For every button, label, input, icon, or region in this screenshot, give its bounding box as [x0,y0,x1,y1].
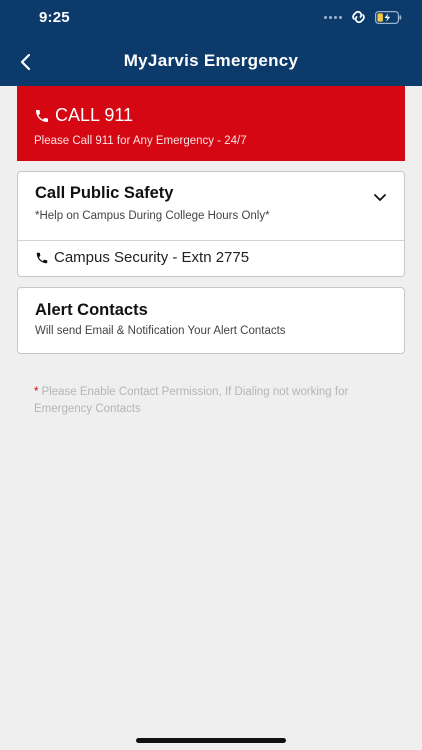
alert-contacts-title: Alert Contacts [35,301,148,319]
call-911-button[interactable]: CALL 911 Please Call 911 for Any Emergen… [17,86,405,161]
divider [18,240,404,241]
permission-note-text: Please Enable Contact Permission, If Dia… [34,386,349,415]
call-911-subtitle: Please Call 911 for Any Emergency - 24/7 [34,135,247,147]
status-bar: 9:25 [0,0,422,38]
signal-icon [324,15,342,19]
permission-note: * Please Enable Contact Permission, If Di… [34,384,394,418]
call-911-label: CALL 911 [55,105,134,125]
status-icons [324,10,402,24]
required-asterisk: * [34,386,39,398]
home-indicator [136,738,286,743]
campus-security-label: Campus Security - Extn 2775 [54,249,250,266]
public-safety-toggle[interactable]: Call Public Safety *Help on Campus Durin… [18,172,404,240]
battery-charging-icon [375,10,402,24]
nav-bar: MyJarvis Emergency [0,38,422,86]
link-icon [352,10,365,24]
alert-contacts-button[interactable]: Alert Contacts Will send Email & Notific… [17,287,405,354]
phone-icon [36,252,48,263]
chevron-down-icon [374,194,386,201]
public-safety-card: Call Public Safety *Help on Campus Durin… [17,171,405,277]
public-safety-title: Call Public Safety [35,184,174,202]
status-time: 9:25 [39,9,70,26]
call-911-title-row: CALL 911 [34,105,133,126]
campus-security-call-button[interactable]: Campus Security - Extn 2775 [35,249,249,266]
public-safety-subtitle: *Help on Campus During College Hours Onl… [35,210,270,222]
alert-contacts-subtitle: Will send Email & Notification Your Aler… [35,325,286,337]
page-title: MyJarvis Emergency [123,51,299,70]
phone-icon [36,109,48,122]
